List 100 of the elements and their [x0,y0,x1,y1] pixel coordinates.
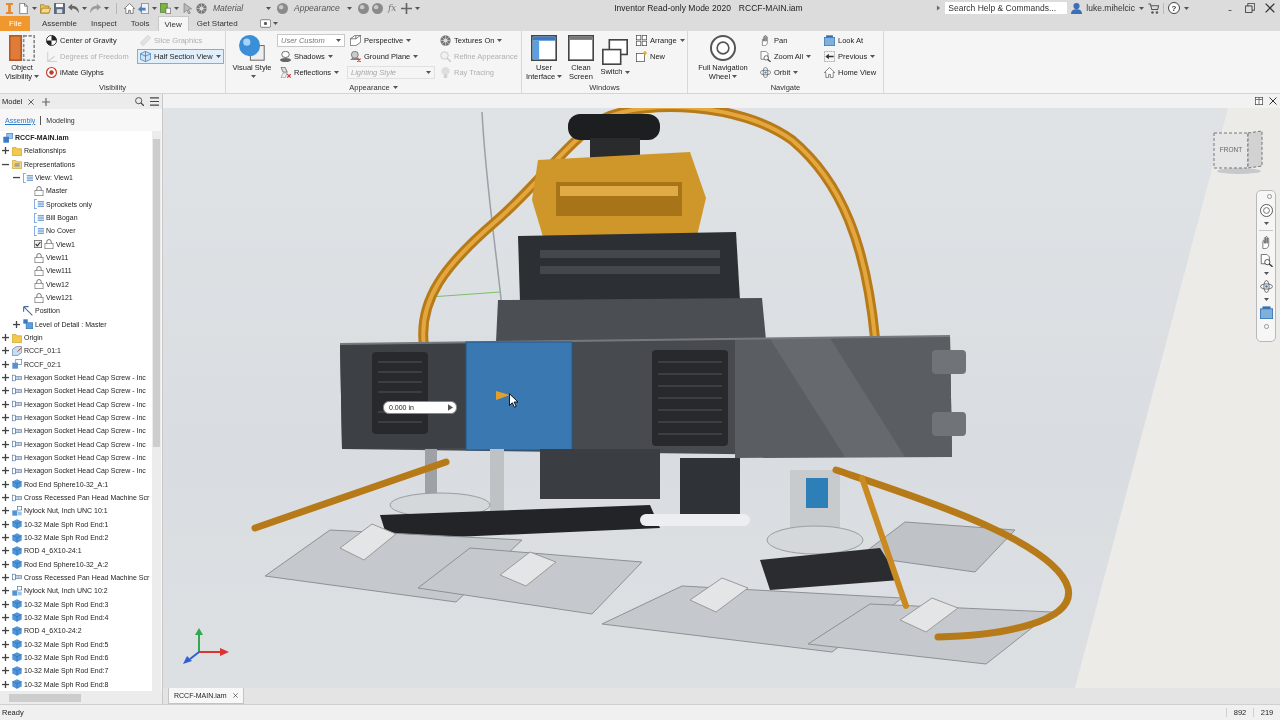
home-icon[interactable] [124,2,135,14]
plus-icon[interactable] [2,534,9,541]
plus-icon[interactable] [2,560,9,568]
ground-plane-icon [350,51,361,62]
sphere-icon[interactable] [372,2,383,14]
plus-icon[interactable] [2,414,9,422]
close-icon[interactable] [1269,97,1277,105]
close-icon[interactable] [28,98,35,105]
document-icon[interactable] [160,2,171,14]
plus-icon[interactable] [2,427,9,435]
arrow-icon[interactable] [448,404,453,411]
navigation-wheel-icon[interactable] [1259,204,1273,217]
ribbon-tab[interactable]: Get Started [190,16,244,31]
caret-icon[interactable] [82,6,87,10]
caret-icon[interactable] [415,6,421,10]
search-icon[interactable] [135,97,144,106]
scrollbar-thumb[interactable] [153,139,160,447]
bolt-icon [12,452,22,463]
zoom-icon[interactable] [1259,254,1273,267]
sphere-cube-icon [239,34,265,61]
bolt-icon [12,492,22,503]
save-icon[interactable] [54,2,65,14]
plus-icon[interactable] [2,334,9,342]
close-icon[interactable] [1265,3,1275,13]
caret-icon[interactable] [32,6,37,10]
new-file-icon[interactable] [18,2,29,14]
plus-icon[interactable] [2,600,9,608]
split-view-icon[interactable] [1255,97,1263,105]
user-name[interactable]: luke.mihelcic [1086,3,1135,13]
material-dropdown[interactable]: Material [210,1,274,15]
close-icon[interactable] [232,693,238,698]
plus-icon[interactable] [2,587,9,595]
document-arrow-icon[interactable] [138,2,149,14]
caret-icon[interactable] [1139,6,1144,10]
caret-icon[interactable] [1263,272,1269,275]
sphere-icon[interactable] [358,2,369,14]
plus-icon[interactable] [2,494,9,501]
list-icon [34,212,44,223]
plus-icon[interactable] [2,454,9,462]
user-icon[interactable] [1071,2,1083,14]
plus-icon[interactable] [2,653,9,661]
plus-icon[interactable] [2,520,9,528]
ribbon-tab[interactable]: Tools [124,16,156,31]
caret-icon[interactable] [104,6,109,10]
plus-icon[interactable] [2,467,9,475]
scrollbar[interactable] [152,131,161,691]
plus-icon[interactable] [2,640,9,648]
caret-icon[interactable] [174,6,179,10]
plus-icon[interactable] [2,547,9,555]
part-icon [12,479,22,490]
checkbox[interactable] [34,240,42,249]
plus-icon[interactable] [2,507,9,515]
search-field[interactable]: Search Help & Commands... [945,2,1068,14]
bolt-icon [12,465,22,476]
ribbon-tab[interactable]: Assemble [35,16,83,31]
orbit-icon [760,67,771,78]
document-title: RCCF-MAIN.iam [738,3,803,13]
plus-icon[interactable] [2,680,9,688]
screen-icon[interactable] [1259,306,1273,319]
caret-icon[interactable] [1263,298,1269,301]
ribbon-tab[interactable]: Inspect [85,16,123,31]
texture-icon[interactable] [196,2,207,14]
plus-icon[interactable] [2,400,9,408]
expand-arrow-icon[interactable] [936,5,942,11]
caret-icon[interactable] [1184,6,1189,10]
caret-icon[interactable] [1263,222,1269,225]
restore-icon[interactable] [1245,3,1255,13]
plus-icon[interactable] [2,147,9,155]
plus-icon[interactable] [2,347,9,355]
sphere-icon[interactable] [277,2,288,14]
cart-icon[interactable] [1148,2,1159,14]
plus-icon[interactable] [2,360,9,368]
lock-icon [34,292,44,303]
plus-icon[interactable] [2,667,9,675]
ribbon-tab[interactable]: View [157,16,189,31]
folder-icon [12,146,22,156]
plus-icon[interactable] [401,2,413,14]
panel-toggle-icon[interactable] [259,18,271,29]
undo-icon[interactable] [68,2,79,14]
scrollbar[interactable] [0,691,162,704]
plus-icon[interactable] [2,613,9,621]
plus-icon[interactable] [2,480,9,488]
orbit-icon[interactable] [1259,280,1273,293]
sheet-part-icon [12,345,22,356]
help-button[interactable]: ? [1168,2,1180,14]
plus-icon[interactable] [2,440,9,448]
scrollbar-thumb[interactable] [9,694,81,702]
plus-icon[interactable] [2,627,9,635]
plus-icon[interactable] [2,387,9,395]
plus-icon[interactable] [13,320,20,328]
caret-icon[interactable] [392,85,398,89]
formula-button[interactable]: fx [386,3,399,13]
plus-icon[interactable] [2,574,9,581]
axis-triad-icon [183,628,229,664]
part-icon [12,639,22,650]
caret-icon[interactable] [272,22,278,25]
appearance-dropdown[interactable]: Appearance [291,1,355,15]
plus-icon[interactable] [2,374,9,382]
caret-icon[interactable] [152,6,157,10]
menu-icon[interactable] [150,97,159,106]
